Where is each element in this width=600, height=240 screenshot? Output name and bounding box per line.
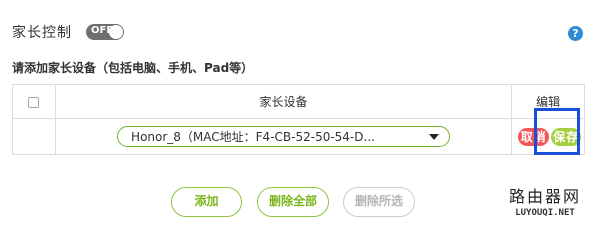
add-button[interactable]: 添加 (171, 187, 242, 217)
add-device-hint: 请添加家长设备（包括电脑、手机、Pad等） (12, 61, 254, 75)
device-cell: Honor_8（MAC地址：F4-CB-52-50-54-D... (54, 118, 513, 155)
section-title: 家长控制 (12, 25, 72, 41)
help-icon[interactable]: ? (568, 26, 583, 41)
site-watermark: 路由器网 LUYOUQI.NET (509, 183, 581, 218)
save-highlight-box (534, 108, 580, 155)
table-header-row: 家长设备 编辑 (12, 84, 585, 119)
table-row: Honor_8（MAC地址：F4-CB-52-50-54-D... 取消 保存 (12, 118, 585, 155)
watermark-cn: 路由器网 (509, 187, 582, 206)
parent-devices-table: 家长设备 编辑 Honor_8（MAC地址：F4-CB-52-50-54-D..… (12, 84, 585, 155)
chevron-down-icon (429, 133, 440, 140)
column-header-device: 家长设备 (54, 84, 513, 119)
device-select-value: Honor_8（MAC地址：F4-CB-52-50-54-D... (131, 130, 375, 144)
parental-control-header: 家长控制 OFF (12, 22, 124, 42)
header-checkbox-cell (12, 84, 56, 119)
delete-all-button[interactable]: 删除全部 (257, 187, 329, 217)
device-select[interactable]: Honor_8（MAC地址：F4-CB-52-50-54-D... (117, 126, 451, 147)
select-all-checkbox[interactable] (28, 96, 40, 108)
row-checkbox-cell (12, 118, 56, 155)
toggle-knob (109, 25, 123, 39)
delete-selected-button[interactable]: 删除所选 (343, 187, 415, 217)
watermark-en: LUYOUQI.NET (515, 208, 575, 218)
parental-control-toggle[interactable]: OFF (86, 24, 124, 40)
